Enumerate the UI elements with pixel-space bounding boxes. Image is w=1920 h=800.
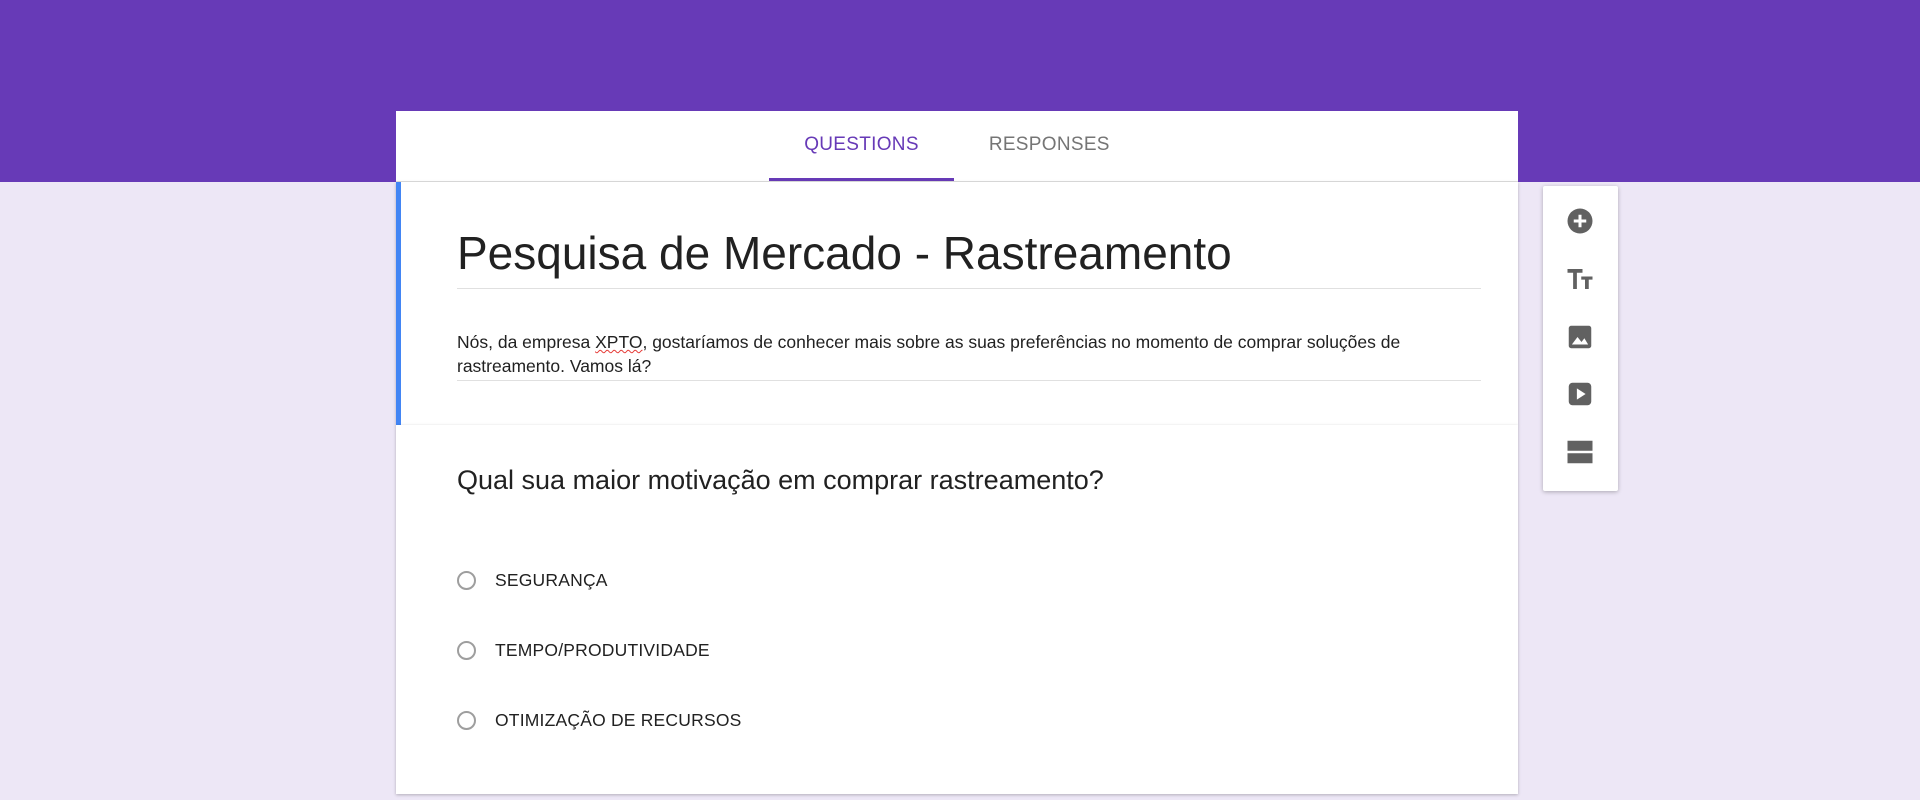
radio-button[interactable] [457,641,476,660]
add-image-button[interactable] [1562,319,1598,355]
option-tempo-produtividade[interactable]: TEMPO/PRODUTIVIDADE [457,640,710,661]
description-text: Nós, da empresa [457,332,596,352]
add-section-button[interactable] [1562,434,1598,470]
form-title[interactable]: Pesquisa de Mercado - Rastreamento [457,230,1481,289]
option-label: TEMPO/PRODUTIVIDADE [495,640,710,660]
add-video-button[interactable] [1562,376,1598,412]
tab-questions[interactable]: QUESTIONS [769,111,954,181]
option-label: OTIMIZAÇÃO DE RECURSOS [495,710,742,730]
radio-button[interactable] [457,571,476,590]
option-otimizacao-recursos[interactable]: OTIMIZAÇÃO DE RECURSOS [457,710,742,731]
add-title-button[interactable] [1562,261,1598,297]
add-question-icon [1567,208,1593,234]
tab-responses[interactable]: RESPONSES [954,111,1145,181]
radio-button[interactable] [457,711,476,730]
description-company-name: XPTO [595,332,643,352]
focus-accent-bar [396,182,401,425]
floating-toolbar [1543,186,1618,491]
add-image-icon [1568,325,1592,349]
option-seguranca[interactable]: SEGURANÇA [457,570,608,591]
question-card[interactable]: Qual sua maior motivação em comprar rast… [396,425,1518,794]
add-section-icon [1567,440,1593,464]
add-question-button[interactable] [1562,203,1598,239]
form-header-card: Pesquisa de Mercado - Rastreamento Nós, … [396,182,1518,425]
add-title-icon [1567,269,1593,289]
option-label: SEGURANÇA [495,570,608,590]
form-description[interactable]: Nós, da empresa XPTO, gostaríamos de con… [457,330,1481,381]
tab-bar: QUESTIONS RESPONSES [396,111,1518,182]
add-video-icon [1568,382,1592,406]
question-title[interactable]: Qual sua maior motivação em comprar rast… [457,463,1104,497]
